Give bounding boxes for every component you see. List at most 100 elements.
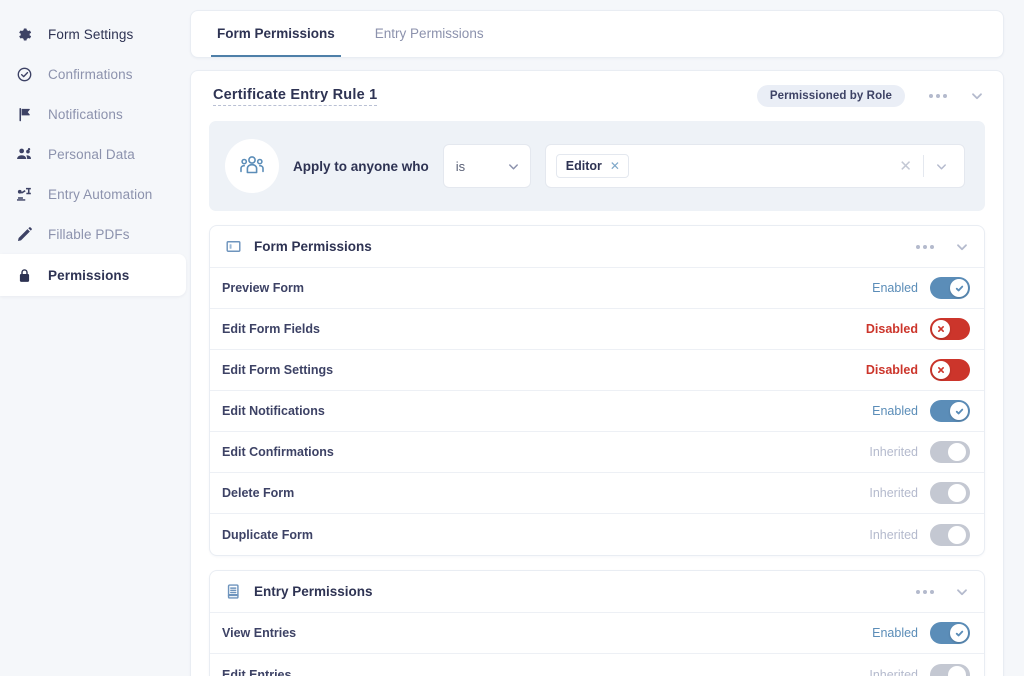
permission-state-label: Inherited	[869, 527, 918, 542]
sidebar-item-personal-data[interactable]: Personal Data	[0, 134, 186, 174]
condition-wrapper: Apply to anyone who is Editor ✕ ✕	[191, 121, 1003, 225]
form-layout-icon	[224, 238, 242, 256]
role-chip[interactable]: Editor ✕	[555, 154, 629, 178]
permission-state-label: Disabled	[865, 322, 918, 336]
chevron-down-icon[interactable]	[954, 584, 970, 600]
flag-icon	[14, 104, 34, 124]
permission-state-label: Inherited	[869, 445, 918, 459]
permission-name: Edit Entries	[222, 667, 292, 676]
rule-title[interactable]: Certificate Entry Rule 1	[213, 87, 378, 106]
sidebar-item-confirmations[interactable]: Confirmations	[0, 54, 186, 94]
sidebar-item-label: Fillable PDFs	[48, 226, 130, 242]
condition-bar: Apply to anyone who is Editor ✕ ✕	[209, 121, 985, 211]
sidebar-item-fillable-pdfs[interactable]: Fillable PDFs	[0, 214, 186, 254]
permission-state-label: Disabled	[865, 363, 918, 377]
permission-section: Form Permissions Preview Form Enabled Ed…	[209, 225, 985, 556]
toggle-knob	[932, 361, 950, 379]
permission-state-label: Enabled	[872, 626, 918, 640]
sidebar-item-label: Confirmations	[48, 66, 133, 82]
rule-card: Certificate Entry Rule 1 Permissioned by…	[190, 70, 1004, 676]
permission-row: Edit Form Fields Disabled	[210, 309, 984, 350]
permission-toggle[interactable]	[930, 277, 970, 299]
condition-label: Apply to anyone who	[293, 158, 429, 174]
sidebar-item-notifications[interactable]: Notifications	[0, 94, 186, 134]
tab-label: Entry Permissions	[374, 26, 484, 41]
robot-arm-icon	[14, 184, 34, 204]
section-title: Entry Permissions	[254, 584, 373, 599]
check-circle-icon	[14, 64, 34, 84]
group-people-icon	[225, 139, 279, 193]
sidebar-item-form-settings[interactable]: Form Settings	[0, 14, 186, 54]
permission-toggle[interactable]	[930, 523, 970, 546]
permission-toggle[interactable]	[930, 663, 970, 676]
status-badge: Permissioned by Role	[756, 85, 905, 107]
gear-icon	[14, 24, 34, 44]
permission-row: Preview Form Enabled	[210, 268, 984, 309]
sidebar-item-label: Permissions	[48, 267, 130, 283]
toggle-knob	[948, 665, 966, 676]
lock-icon	[14, 265, 34, 285]
chevron-down-icon[interactable]	[954, 239, 970, 255]
toggle-knob	[948, 525, 966, 544]
operator-select[interactable]: is	[442, 144, 531, 188]
tab-label: Form Permissions	[217, 26, 335, 41]
chevron-down-icon	[508, 163, 518, 169]
multiselect-controls: ✕	[888, 155, 958, 177]
people-icon	[14, 144, 34, 164]
permission-row: Delete Form Inherited	[210, 473, 984, 514]
roles-multiselect[interactable]: Editor ✕ ✕	[544, 144, 965, 188]
permission-toggle[interactable]	[930, 441, 970, 463]
permission-state-label: Inherited	[869, 486, 918, 500]
toggle-knob	[950, 279, 968, 297]
more-options-icon[interactable]	[914, 584, 936, 600]
sidebar-item-label: Notifications	[48, 106, 123, 122]
permission-row: Edit Form Settings Disabled	[210, 350, 984, 391]
tab-form-permissions[interactable]: Form Permissions	[211, 12, 341, 57]
permission-name: Duplicate Form	[222, 527, 313, 542]
permission-sections: Form Permissions Preview Form Enabled Ed…	[191, 225, 1003, 676]
permission-toggle[interactable]	[930, 359, 970, 381]
permission-state-label: Inherited	[869, 667, 918, 676]
remove-chip-icon[interactable]: ✕	[610, 159, 620, 173]
more-options-icon[interactable]	[914, 239, 936, 255]
permission-row: View Entries Enabled	[210, 613, 984, 654]
document-list-icon	[224, 583, 242, 601]
toggle-knob	[950, 624, 968, 642]
permission-section: Entry Permissions View Entries Enabled E…	[209, 570, 985, 676]
more-options-icon[interactable]	[927, 88, 949, 104]
operator-value: is	[455, 158, 466, 174]
permission-name: Delete Form	[222, 486, 295, 500]
permission-name: Edit Notifications	[222, 404, 325, 418]
chevron-down-icon[interactable]	[969, 88, 985, 104]
sidebar-item-label: Personal Data	[48, 146, 135, 162]
sidebar-item-entry-automation[interactable]: Entry Automation	[0, 174, 186, 214]
permission-toggle[interactable]	[930, 622, 970, 644]
toggle-knob	[932, 320, 950, 338]
toggle-knob	[948, 443, 966, 461]
permission-toggle[interactable]	[930, 318, 970, 340]
permission-name: Edit Confirmations	[222, 445, 334, 459]
permission-row: Duplicate Form Inherited	[210, 514, 984, 555]
permission-row: Edit Entries Inherited	[210, 654, 984, 676]
section-title: Form Permissions	[254, 239, 372, 254]
permission-toggle[interactable]	[930, 482, 970, 504]
clear-icon[interactable]: ✕	[888, 159, 923, 174]
permission-name: Preview Form	[222, 281, 304, 295]
chevron-down-icon[interactable]	[924, 160, 958, 173]
permission-toggle[interactable]	[930, 400, 970, 422]
permission-name: Edit Form Settings	[222, 363, 334, 377]
permission-state-label: Enabled	[872, 281, 918, 295]
sidebar-item-permissions[interactable]: Permissions	[0, 254, 186, 296]
role-chip-label: Editor	[565, 159, 602, 173]
permission-name: View Entries	[222, 626, 297, 640]
section-header: Entry Permissions	[210, 571, 984, 613]
rule-header: Certificate Entry Rule 1 Permissioned by…	[191, 71, 1003, 121]
permissions-app: Form Settings Confirmations Notifications P…	[0, 0, 1024, 676]
permission-name: Edit Form Fields	[222, 322, 320, 336]
tabs-bar: Form Permissions Entry Permissions	[190, 10, 1004, 58]
main-content: Form Permissions Entry Permissions Certi…	[186, 0, 1024, 676]
tab-entry-permissions[interactable]: Entry Permissions	[369, 12, 490, 57]
toggle-knob	[950, 402, 968, 420]
permission-row: Edit Confirmations Inherited	[210, 432, 984, 473]
sidebar-item-label: Form Settings	[48, 26, 134, 42]
